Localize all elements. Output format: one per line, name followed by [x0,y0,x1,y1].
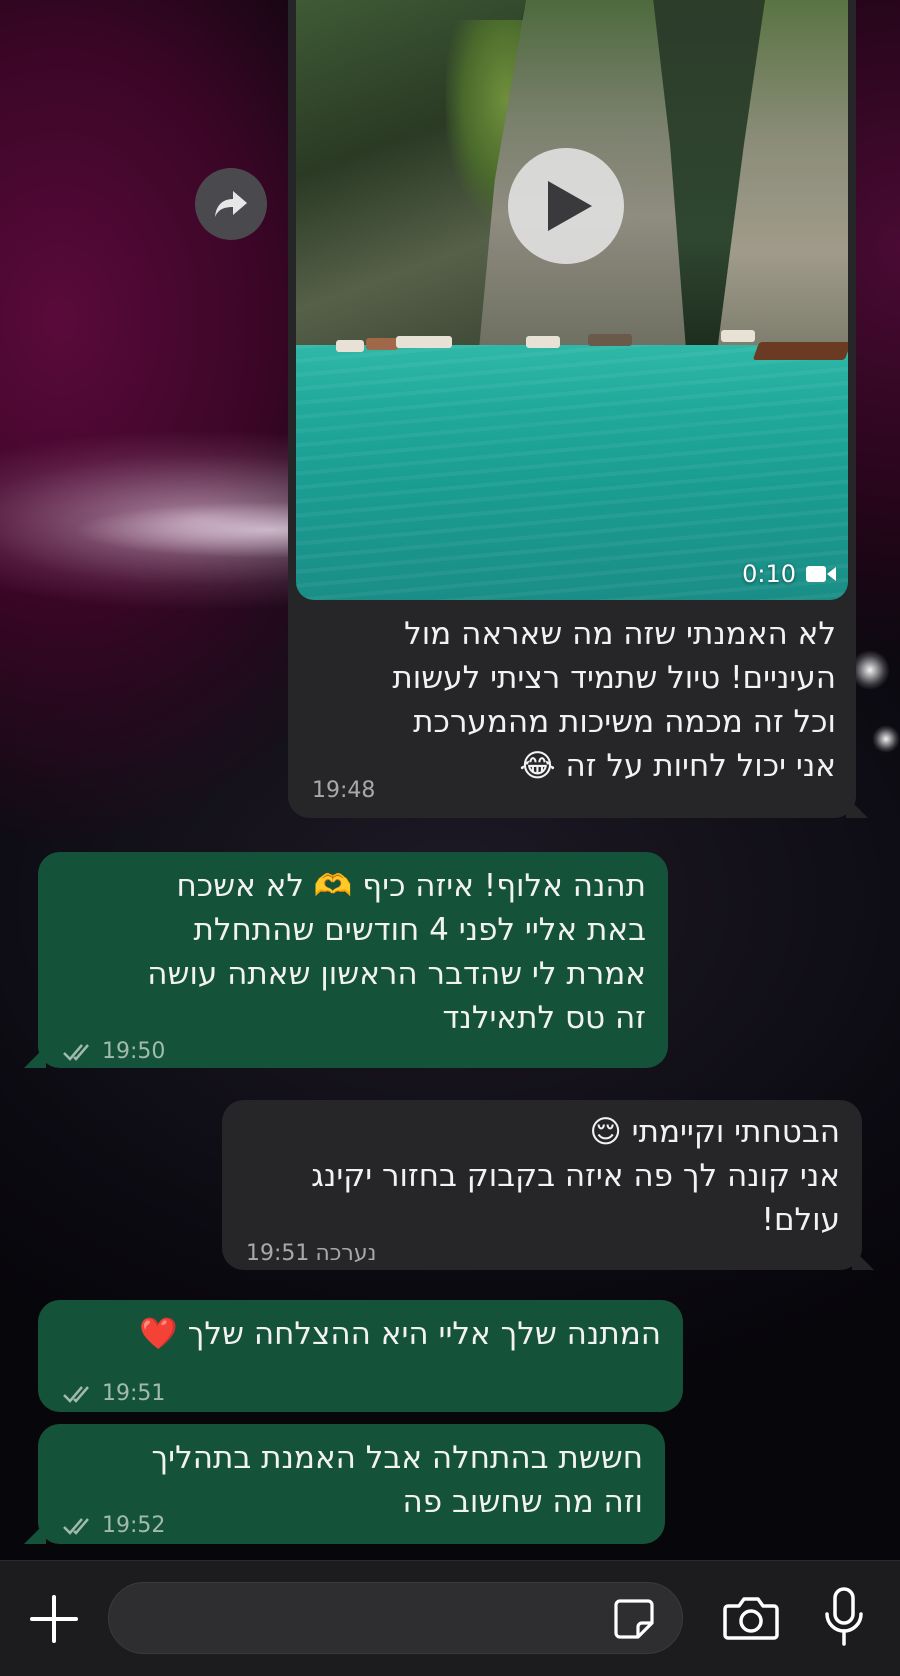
message-timestamp: 19:51 [62,1372,165,1416]
forward-arrow-icon [215,191,247,217]
camera-button[interactable] [722,1589,780,1647]
incoming-video-message[interactable]: 0:10 לא האמנתי שזה מה שאראה מול העיניים!… [288,0,868,818]
sticker-icon [614,1599,654,1639]
message-input[interactable] [108,1582,683,1654]
timestamp-text: 19:52 [102,1513,166,1538]
microphone-icon [825,1587,863,1646]
message-line: לא האמנתי שזה מה שאראה מול [404,616,836,652]
message-timestamp: 19:52 [62,1504,165,1548]
bubble-tail [24,1046,46,1068]
read-receipt-icon [63,1044,89,1061]
outgoing-message[interactable]: המתנה שלך אליי היא ההצלחה שלך ❤️ 19:51 [38,1300,683,1412]
read-receipt-icon [63,1518,89,1535]
timestamp-text: 19:48 [312,778,376,803]
timestamp-text: 19:50 [102,1039,166,1064]
outgoing-message[interactable]: תהנה אלוף! איזה כיף 🫶 לא אשכח באת אליי ל… [38,852,668,1068]
edited-label: נערכה [315,1241,377,1266]
message-line: אני קונה לך פה איזה בקבוק בחזור יקינג [311,1158,840,1194]
bubble-tail [846,796,868,818]
plus-icon [30,1595,78,1643]
message-line: וכל זה מכמה משיכות מהמערכת [413,704,836,740]
message-line: תהנה אלוף! איזה כיף 🫶 לא אשכח [176,868,646,904]
timestamp-text: 19:51 [102,1381,166,1406]
video-duration: 0:10 [742,560,836,588]
timestamp-text: 19:51 [246,1241,310,1266]
bubble-tail [24,1522,46,1544]
outgoing-message[interactable]: חששת בהתחלה אבל האמנת בתהליך וזה מה שחשו… [38,1424,665,1544]
message-list[interactable]: 0:10 לא האמנתי שזה מה שאראה מול העיניים!… [0,0,900,1560]
message-line: אני יכול לחיות על זה 😂 [519,748,836,784]
message-line: הבטחתי וקיימתי 😌 [589,1114,840,1150]
message-line: אמרת לי שהדבר הראשון שאתה עושה [147,956,646,992]
message-line: באת אליי לפני 4 חודשים שהתחלת [193,912,647,948]
microphone-button[interactable] [822,1586,866,1650]
video-thumbnail[interactable]: 0:10 [296,0,848,600]
composer-bar [0,1560,900,1676]
bubble-tail [852,1248,874,1270]
camera-icon [723,1597,779,1640]
sticker-button[interactable] [612,1597,656,1641]
message-timestamp: 19:50 [62,1030,165,1074]
message-timestamp: 19:48 [312,778,375,803]
forward-button[interactable] [195,168,267,240]
video-camera-icon [806,566,836,582]
message-timestamp: 19:51 נערכה [246,1232,376,1276]
message-line: העיניים! טיול שתמיד רציתי לעשות [392,660,836,696]
message-line: המתנה שלך אליי היא ההצלחה שלך ❤️ [139,1316,661,1352]
play-icon [548,181,592,231]
play-button[interactable] [508,148,624,264]
attach-button[interactable] [26,1591,82,1647]
incoming-message[interactable]: הבטחתי וקיימתי 😌 אני קונה לך פה איזה בקב… [222,1100,862,1270]
message-line: חששת בהתחלה אבל האמנת בתהליך [151,1440,643,1476]
read-receipt-icon [63,1386,89,1403]
video-duration-text: 0:10 [742,560,796,588]
